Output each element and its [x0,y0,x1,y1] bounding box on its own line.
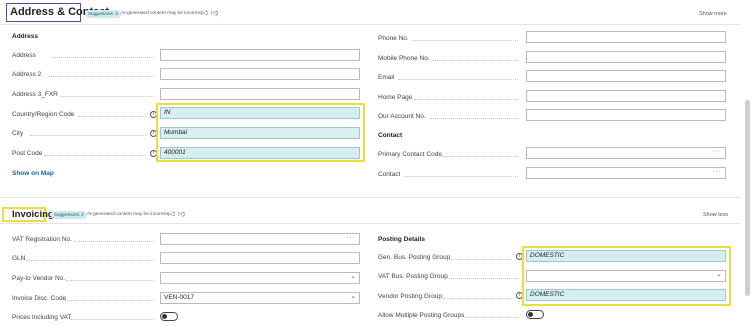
dot-leader [74,241,154,242]
address-3-input[interactable] [160,88,360,100]
allow-multiple-posting-toggle[interactable] [526,310,544,319]
posting-details-title: Posting Details [378,236,425,243]
dot-leader [64,300,154,301]
dot-leader [464,317,518,318]
contact-label: Contact [378,171,401,178]
dot-leader [398,79,518,80]
show-more-link[interactable]: Show more [699,11,727,17]
vat-bus-posting-label: VAT Bus. Posting Group [378,273,448,280]
dot-leader [30,135,146,136]
address-group-title: Address [12,33,39,40]
prices-incl-vat-label: Prices Including VAT [12,314,72,321]
dot-leader [70,319,154,320]
dot-leader [442,298,512,299]
country-region-label: Country/Region Code [12,111,75,118]
email-label: Email [378,74,395,81]
suggestion-highlight-box [522,246,731,306]
our-account-input[interactable] [526,109,726,121]
address-label: Address [12,52,36,59]
show-on-map-link[interactable]: Show on Map [12,170,54,177]
ellipsis-icon[interactable]: ··· [713,167,722,177]
dot-leader [430,118,518,119]
mobile-phone-label: Mobile Phone No. [378,55,430,62]
address-2-label: Address 2 [12,71,42,78]
phone-label: Phone No. [378,35,409,42]
primary-contact-input[interactable]: ··· [526,147,726,159]
invoice-disc-select[interactable]: VEN-0017 ⌄ [160,292,360,304]
divider [0,197,740,198]
dot-leader [52,57,154,58]
dot-leader [44,155,146,156]
suggestions-badge[interactable]: Suggestions: 2 [51,211,87,219]
gln-input[interactable] [160,252,360,264]
dot-leader [78,116,146,117]
vat-registration-label: VAT Registration No. [12,236,72,243]
thumbs-up-icon[interactable]: 👍︎ [168,209,175,218]
prices-incl-vat-toggle[interactable] [160,312,178,321]
primary-contact-label: Primary Contact Code [378,151,442,158]
dot-leader [66,280,154,281]
scrollbar[interactable] [745,100,750,296]
suggestions-badge[interactable]: Suggestions: 3 [85,10,121,18]
dot-leader [48,76,154,77]
suggestion-highlight-box [156,103,365,162]
home-page-input[interactable] [526,90,726,102]
ellipsis-icon[interactable]: ··· [347,233,356,243]
pay-to-vendor-label: Pay-to Vendor No. [12,275,66,282]
address-2-input[interactable] [160,68,360,80]
divider [0,223,740,224]
dot-leader [442,156,518,157]
post-code-label: Post Code [12,150,43,157]
home-page-label: Home Page [378,94,413,101]
invoice-disc-label: Invoice Disc. Code [12,295,67,302]
divider [0,24,740,25]
ai-note: AI-generated content may be incorrect [121,11,203,16]
thumbs-up-icon[interactable]: 👍︎ [201,8,208,17]
dot-leader [414,99,518,100]
dot-leader [404,176,518,177]
email-input[interactable] [526,70,726,82]
address-input[interactable] [160,49,360,61]
show-less-link[interactable]: Show less [703,212,728,218]
toggle-knob [528,312,533,317]
phone-input[interactable] [526,31,726,43]
dot-leader [26,260,154,261]
gen-bus-posting-label: Gen. Bus. Posting Group [378,254,451,261]
dot-leader [432,60,518,61]
contact-group-title: Contact [378,132,403,139]
thumbs-down-icon[interactable]: 👎︎ [211,8,218,17]
thumbs-down-icon[interactable]: 👎︎ [178,209,185,218]
dot-leader [412,40,518,41]
our-account-label: Our Account No. [378,113,426,120]
allow-multiple-posting-label: Allow Multiple Posting Groups [378,312,465,319]
address-3-label: Address 3_FXR [12,91,58,98]
invoicing-section-title[interactable]: Invoicing [12,209,54,220]
pay-to-vendor-select[interactable]: ⌄ [160,272,360,284]
ellipsis-icon[interactable]: ··· [713,147,722,157]
city-label: City [12,130,24,137]
dot-leader [60,96,154,97]
vendor-posting-label: Vendor Posting Group [378,293,442,300]
gln-label: GLN [12,255,26,262]
toggle-knob [162,314,167,319]
chevron-down-icon[interactable]: ⌄ [350,292,356,302]
mobile-phone-input[interactable] [526,51,726,63]
ai-note: AI-generated content may be incorrect [87,212,169,217]
dot-leader [444,278,518,279]
chevron-down-icon[interactable]: ⌄ [350,272,356,282]
vat-registration-input[interactable]: ··· [160,233,360,245]
contact-input[interactable]: ··· [526,167,726,179]
dot-leader [446,259,512,260]
